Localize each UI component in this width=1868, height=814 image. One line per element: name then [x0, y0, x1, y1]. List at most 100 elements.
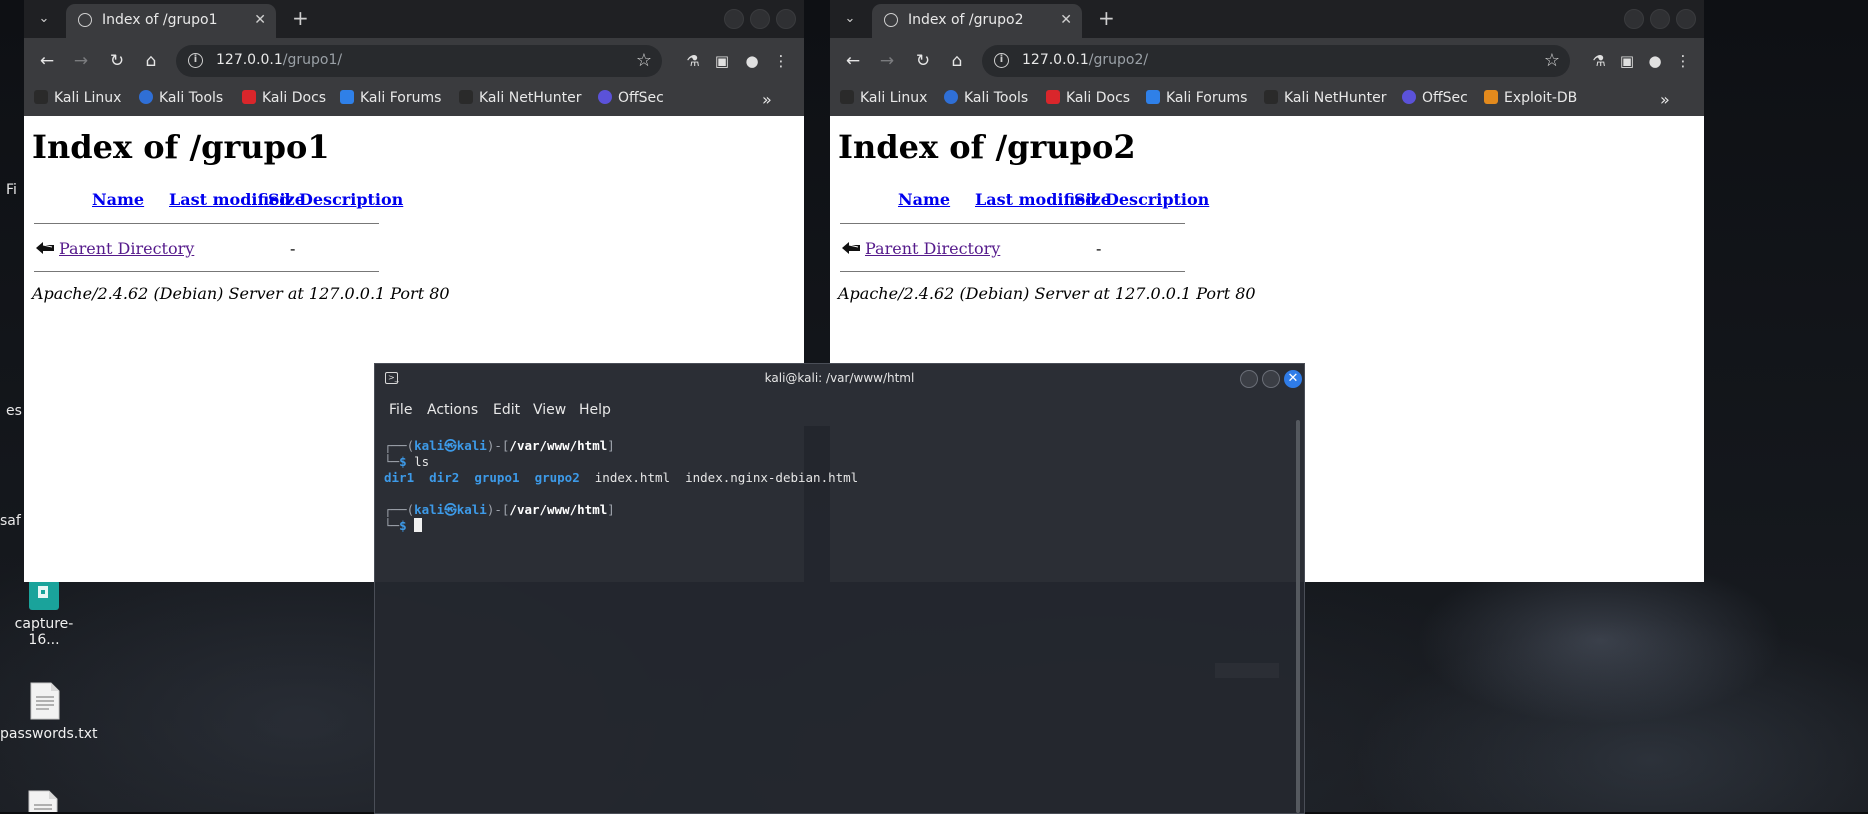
text-file-icon [29, 682, 61, 720]
desktop-icon-passwords[interactable]: passwords.txt [0, 682, 97, 742]
address-bar[interactable]: i 127.0.0.1/grupo1/ ☆ [176, 45, 662, 77]
parent-directory-link[interactable]: Parent Directory [59, 239, 194, 258]
forward-button[interactable]: → [68, 48, 94, 74]
side-panel-icon[interactable]: ▣ [711, 50, 733, 72]
desktop-icon-capture[interactable]: capture-16... [0, 580, 88, 648]
new-tab-button[interactable]: + [1098, 8, 1115, 28]
menu-kebab-icon[interactable]: ⋮ [770, 50, 792, 72]
back-button[interactable]: ← [34, 48, 60, 74]
bookmark-kali-docs[interactable]: Kali Docs [1046, 90, 1130, 106]
bookmark-offsec[interactable]: OffSec [1402, 90, 1468, 106]
terminal-scrollbar[interactable] [1296, 420, 1300, 813]
ls-file: index.html [594, 470, 671, 485]
bookmark-offsec[interactable]: OffSec [598, 90, 664, 106]
tab-active[interactable]: Index of /grupo1 ✕ [66, 4, 276, 38]
globe-icon [78, 13, 92, 27]
back-button[interactable]: ← [840, 48, 866, 74]
bookmark-kali-tools[interactable]: Kali Tools [944, 90, 1028, 106]
close-window-button[interactable] [1676, 9, 1696, 29]
close-tab-icon[interactable]: ✕ [1060, 12, 1072, 28]
menu-help[interactable]: Help [579, 402, 611, 418]
minimize-button[interactable] [724, 9, 744, 29]
maximize-button[interactable] [750, 9, 770, 29]
terminal-output[interactable]: ┌──(kali㉿kali)-[/var/www/html] └─$ ls di… [384, 438, 1290, 813]
url-host: 127.0.0.1 [1022, 52, 1089, 68]
menu-edit[interactable]: Edit [493, 402, 520, 418]
close-window-button[interactable] [776, 9, 796, 29]
offsec-icon [598, 90, 612, 104]
site-info-icon[interactable]: i [188, 53, 203, 68]
maximize-button[interactable] [1650, 9, 1670, 29]
capture-file-icon [29, 580, 59, 610]
back-arrow-icon [36, 242, 54, 254]
kali-docs-icon [1046, 90, 1060, 104]
column-header-name[interactable]: Name [898, 190, 950, 209]
desktop-icon-file[interactable] [27, 790, 59, 812]
bookmark-kali-docs[interactable]: Kali Docs [242, 90, 326, 106]
bookmark-kali-nethunter[interactable]: Kali NetHunter [1264, 90, 1386, 106]
profile-icon[interactable]: ● [741, 50, 763, 72]
kali-docs-icon [242, 90, 256, 104]
close-tab-icon[interactable]: ✕ [254, 12, 266, 28]
reload-button[interactable]: ↻ [910, 48, 936, 74]
divider [840, 223, 1185, 224]
ls-dir: grupo1 [474, 470, 520, 485]
bookmarks-overflow-icon[interactable]: » [762, 90, 772, 109]
terminal-window: >_ kali@kali: /var/www/html ✕ File Actio… [374, 363, 1305, 814]
forward-button[interactable]: → [874, 48, 900, 74]
labs-flask-icon[interactable]: ⚗ [1588, 50, 1610, 72]
home-button[interactable]: ⌂ [138, 48, 164, 74]
ls-output: dir1 dir2 grupo1 grupo2 index.html index… [384, 470, 858, 486]
page-title: Index of /grupo1 [32, 128, 330, 166]
home-button[interactable]: ⌂ [944, 48, 970, 74]
column-header-name[interactable]: Name [92, 190, 144, 209]
command-line: └─$ ls [384, 454, 430, 469]
maximize-button[interactable] [1262, 370, 1280, 388]
minimize-button[interactable] [1240, 370, 1258, 388]
bookmark-kali-forums[interactable]: Kali Forums [340, 90, 441, 106]
new-tab-button[interactable]: + [292, 8, 309, 28]
bookmark-kali-nethunter[interactable]: Kali NetHunter [459, 90, 581, 106]
bookmark-star-icon[interactable]: ☆ [1544, 50, 1560, 71]
terminal-menubar: File Actions Edit View Help [375, 394, 1304, 426]
ls-dir: dir1 [384, 470, 415, 485]
kali-tools-icon [139, 90, 153, 104]
menu-view[interactable]: View [533, 402, 566, 418]
tab-search-button[interactable]: ⌄ [840, 9, 860, 29]
command-text: ls [414, 454, 430, 469]
address-bar[interactable]: i 127.0.0.1/grupo2/ ☆ [982, 45, 1570, 77]
menu-file[interactable]: File [389, 402, 412, 418]
column-header-description[interactable]: Description [1105, 190, 1209, 209]
bookmark-star-icon[interactable]: ☆ [636, 50, 652, 71]
reload-button[interactable]: ↻ [104, 48, 130, 74]
site-info-icon[interactable]: i [994, 53, 1009, 68]
column-header-description[interactable]: Description [299, 190, 403, 209]
bookmark-kali-linux[interactable]: Kali Linux [840, 90, 927, 106]
kali-forums-icon [1146, 90, 1160, 104]
bookmark-kali-tools[interactable]: Kali Tools [139, 90, 223, 106]
close-button[interactable]: ✕ [1284, 370, 1302, 388]
labs-flask-icon[interactable]: ⚗ [682, 50, 704, 72]
menu-kebab-icon[interactable]: ⋮ [1672, 50, 1694, 72]
divider [34, 271, 379, 272]
side-panel-icon[interactable]: ▣ [1616, 50, 1638, 72]
bookmark-exploit-db[interactable]: Exploit-DB [1484, 90, 1577, 106]
parent-directory-link[interactable]: Parent Directory [865, 239, 1000, 258]
bookmark-kali-forums[interactable]: Kali Forums [1146, 90, 1247, 106]
tab-active[interactable]: Index of /grupo2 ✕ [872, 4, 1082, 38]
exploit-db-icon [1484, 90, 1498, 104]
tab-title: Index of /grupo1 [102, 12, 218, 28]
text-file-icon [27, 790, 59, 812]
text-cursor [414, 518, 423, 532]
minimize-button[interactable] [1624, 9, 1644, 29]
input-line: └─$ [384, 518, 423, 534]
tab-search-button[interactable]: ⌄ [34, 9, 54, 29]
terminal-title: kali@kali: /var/www/html [764, 371, 915, 385]
kali-dragon-icon [840, 90, 854, 104]
bookmarks-overflow-icon[interactable]: » [1660, 90, 1670, 109]
profile-icon[interactable]: ● [1644, 50, 1666, 72]
bookmark-kali-linux[interactable]: Kali Linux [34, 90, 121, 106]
terminal-titlebar[interactable]: >_ kali@kali: /var/www/html ✕ [375, 364, 1304, 394]
tab-strip: ⌄ Index of /grupo1 ✕ + [24, 0, 804, 38]
menu-actions[interactable]: Actions [427, 402, 478, 418]
